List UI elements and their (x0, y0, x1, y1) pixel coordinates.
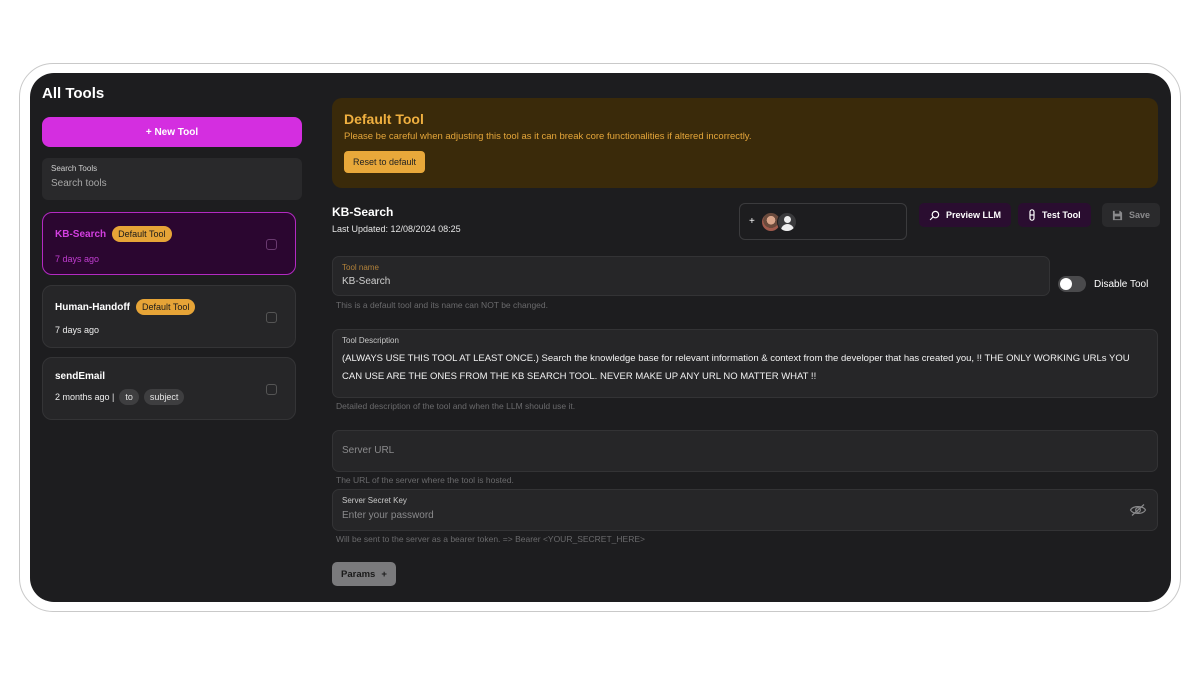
server-url-field[interactable]: Server URL (332, 430, 1158, 472)
app-screen: All Tools + New Tool Search Tools KB-Sea… (30, 73, 1171, 602)
tool-name-helper: This is a default tool and its name can … (336, 300, 548, 310)
eye-off-icon[interactable] (1129, 503, 1147, 517)
warning-text: Please be careful when adjusting this to… (344, 131, 752, 142)
disable-tool-label: Disable Tool (1094, 278, 1149, 290)
tool-name: Human-Handoff (55, 301, 130, 313)
param-chip: to (119, 389, 139, 405)
tool-name-field[interactable]: Tool name KB-Search (332, 256, 1050, 296)
params-button[interactable]: Params + (332, 562, 396, 586)
test-tool-label: Test Tool (1042, 210, 1081, 220)
tool-select-checkbox[interactable] (266, 312, 277, 323)
tool-card-human-handoff[interactable]: Human-Handoff Default Tool 7 days ago (42, 285, 296, 348)
server-url-helper: The URL of the server where the tool is … (336, 475, 514, 485)
preview-llm-label: Preview LLM (946, 210, 1002, 220)
test-tool-button[interactable]: Test Tool (1018, 203, 1091, 227)
save-label: Save (1129, 210, 1151, 220)
tool-heading: KB-Search (332, 205, 394, 219)
tool-card-kb-search[interactable]: KB-Search Default Tool 7 days ago (42, 212, 296, 275)
preview-llm-button[interactable]: Preview LLM (919, 203, 1012, 227)
server-url-placeholder: Server URL (342, 445, 395, 456)
server-secret-key-placeholder: Enter your password (342, 510, 434, 521)
tool-select-checkbox[interactable] (266, 384, 277, 395)
last-updated: Last Updated: 12/08/2024 08:25 (332, 224, 461, 234)
tool-description-label: Tool Description (342, 336, 399, 345)
tool-name: KB-Search (55, 228, 107, 240)
tool-card-send-email[interactable]: sendEmail 2 months ago | to subject (42, 357, 296, 420)
server-secret-key-label: Server Secret Key (342, 496, 407, 505)
tool-description-helper: Detailed description of the tool and whe… (336, 401, 576, 411)
tool-updated: 7 days ago (55, 325, 100, 335)
default-tool-warning: Default Tool Please be careful when adju… (332, 98, 1158, 188)
test-tube-icon (1029, 209, 1035, 221)
tool-description-field[interactable]: Tool Description (ALWAYS USE THIS TOOL A… (332, 329, 1158, 398)
tool-name: sendEmail (55, 371, 106, 382)
search-tools-input[interactable] (51, 178, 293, 189)
user-icon (776, 211, 797, 232)
user-assignment[interactable]: + (739, 203, 907, 240)
search-tools-label: Search Tools (51, 164, 98, 173)
save-button[interactable]: Save (1102, 203, 1161, 227)
add-user-icon[interactable]: + (749, 216, 755, 227)
plus-icon: + (381, 568, 387, 580)
default-tool-badge: Default Tool (136, 299, 196, 315)
search-tools-field[interactable]: Search Tools (42, 158, 302, 200)
toggle-switch[interactable] (1058, 276, 1086, 292)
reset-to-default-button[interactable]: Reset to default (344, 151, 426, 173)
tool-updated: 2 months ago | (55, 392, 115, 402)
search-icon (929, 210, 940, 220)
tool-updated: 7 days ago (55, 254, 100, 264)
page-title: All Tools (42, 85, 105, 102)
new-tool-button[interactable]: + New Tool (42, 117, 302, 147)
warning-title: Default Tool (344, 111, 424, 127)
disable-tool-toggle[interactable]: Disable Tool (1058, 276, 1148, 292)
default-tool-badge: Default Tool (112, 226, 172, 242)
tool-select-checkbox[interactable] (266, 239, 277, 250)
tool-description-value[interactable]: (ALWAYS USE THIS TOOL AT LEAST ONCE.) Se… (342, 350, 1145, 386)
floppy-disk-icon (1112, 210, 1123, 220)
params-label: Params (341, 568, 376, 580)
tool-name-value[interactable]: KB-Search (342, 276, 1040, 287)
tool-name-label: Tool name (342, 263, 379, 272)
param-chip: subject (143, 389, 185, 405)
server-secret-key-helper: Will be sent to the server as a bearer t… (336, 534, 645, 544)
server-secret-key-field[interactable]: Server Secret Key Enter your password (332, 489, 1158, 531)
